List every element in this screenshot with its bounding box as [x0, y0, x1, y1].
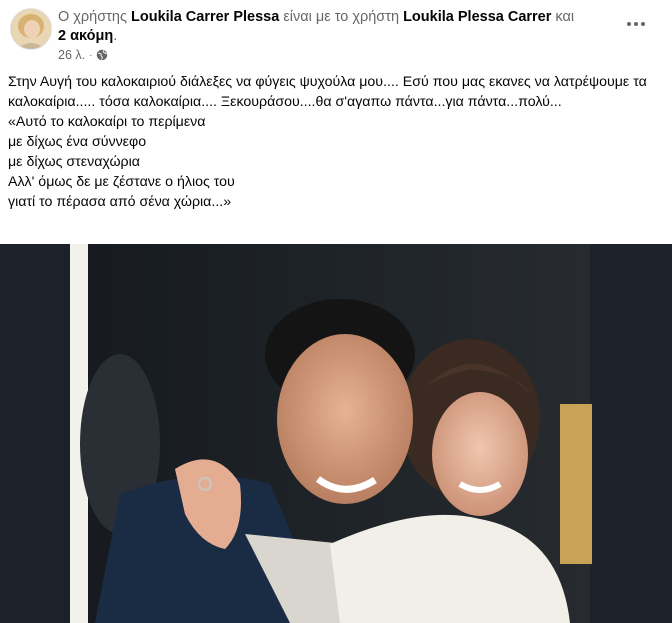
- post-body: Στην Αυγή του καλοκαιριού διάλεξες να φύ…: [8, 72, 648, 212]
- ellipsis-icon[interactable]: [622, 14, 650, 34]
- header-prefix: Ο χρήστης: [58, 9, 131, 25]
- facebook-post: Ο χρήστης Loukila Carrer Plessa είναι με…: [0, 0, 672, 623]
- post-meta: 26 λ. ·: [58, 48, 108, 62]
- poem-line: Αλλ' όμως δε με ζέστανε ο ήλιος του: [8, 174, 235, 190]
- others-link[interactable]: 2 ακόμη: [58, 28, 113, 44]
- author-avatar[interactable]: [10, 8, 52, 50]
- post-paragraph: Στην Αυγή του καλοκαιριού διάλεξες να φύ…: [8, 74, 647, 110]
- tagged-user-link[interactable]: Loukila Plessa Carrer: [403, 9, 551, 25]
- avatar-image: [11, 9, 51, 49]
- post-timestamp[interactable]: 26 λ.: [58, 48, 85, 62]
- header-and-text: και: [551, 9, 575, 25]
- author-name-link[interactable]: Loukila Carrer Plessa: [131, 9, 279, 25]
- poem-line: «Αυτό το καλοκαίρι το περίμενα: [8, 114, 206, 130]
- meta-separator: ·: [89, 49, 93, 61]
- poem-line: με δίχως ένα σύννεφο: [8, 134, 147, 150]
- poem-line: γιατί το πέρασα από σένα χώρια...»: [8, 194, 232, 210]
- post-poem: «Αυτό το καλοκαίρι το περίμενα με δίχως …: [8, 112, 648, 212]
- post-photo[interactable]: [0, 244, 672, 623]
- post-header: Ο χρήστης Loukila Carrer Plessa είναι με…: [8, 6, 664, 62]
- post-header-text: Ο χρήστης Loukila Carrer Plessa είναι με…: [58, 8, 618, 46]
- header-suffix: .: [113, 28, 118, 44]
- header-with-text: είναι με το χρήστη: [279, 9, 404, 25]
- globe-icon[interactable]: [96, 49, 108, 61]
- poem-line: με δίχως στεναχώρια: [8, 154, 140, 170]
- photo-couple: [0, 244, 672, 623]
